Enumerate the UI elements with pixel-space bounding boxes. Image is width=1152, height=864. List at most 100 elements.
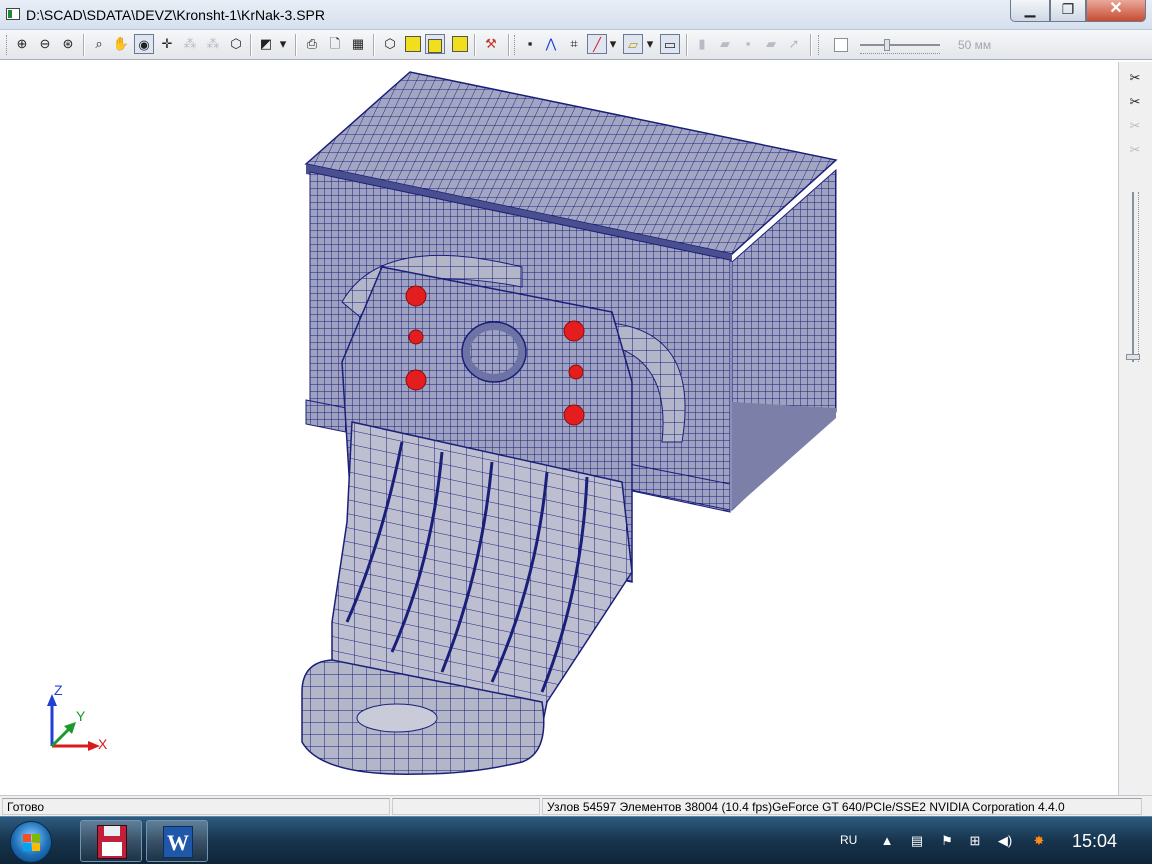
bolt-marker — [568, 364, 584, 380]
toolbar-grip[interactable] — [514, 35, 517, 55]
clip-slider-knob[interactable] — [1126, 354, 1140, 360]
window-title: D:\SCAD\SDATA\DEVZ\Kronsht-1\KrNak-3.SPR — [26, 7, 325, 23]
toolbar-separator — [295, 34, 297, 56]
toolbar-separator — [474, 34, 476, 56]
scissors-icon[interactable]: ✂ — [1125, 92, 1145, 112]
close-icon: ✕ — [1109, 0, 1123, 17]
line-color-icon[interactable]: ╱ — [587, 34, 607, 54]
maximize-button[interactable]: ❐ — [1050, 0, 1086, 22]
minimize-button[interactable]: ▁ — [1010, 0, 1050, 22]
scale-checkbox[interactable] — [834, 38, 848, 52]
preview-icon[interactable]: 🗋 — [325, 34, 345, 54]
scale-slider-track[interactable] — [860, 44, 940, 46]
clip-slider-track[interactable] — [1132, 192, 1134, 362]
scad-window: D:\SCAD\SDATA\DEVZ\Kronsht-1\KrNak-3.SPR… — [0, 0, 1152, 816]
rotate-icon[interactable]: ◉ — [134, 34, 154, 54]
axis-z-label: Z — [54, 682, 63, 698]
chevron-down-icon[interactable]: ▾ — [277, 34, 289, 54]
chevron-down-icon[interactable]: ▾ — [644, 34, 656, 54]
floppy-icon — [97, 825, 127, 859]
axis-triad — [47, 694, 100, 751]
toolbar-separator — [250, 34, 252, 56]
central-hole-mesh — [470, 330, 518, 374]
pan-icon[interactable]: ✋ — [111, 34, 131, 54]
maximize-icon: ❐ — [1061, 1, 1075, 17]
taskbar: W RU ▲ ▤ ⚑ ⊞ ◀) ✸ 15:04 — [0, 816, 1152, 864]
axis-x-label: X — [98, 736, 108, 752]
scale-slider-knob[interactable] — [884, 39, 890, 51]
scissors-icon[interactable]: ✂ — [1125, 140, 1145, 160]
toolbar-separator — [686, 34, 688, 56]
bolt-marker — [563, 320, 585, 342]
close-button[interactable]: ✕ — [1086, 0, 1146, 22]
zoom-extents-icon[interactable]: ⊛ — [58, 34, 78, 54]
app-icon[interactable] — [6, 8, 20, 20]
status-empty — [392, 798, 540, 815]
zoom-window-icon[interactable]: ⌕ — [89, 34, 109, 54]
action-center-flag-icon[interactable]: ⚑ — [938, 833, 956, 849]
clock[interactable]: 15:04 — [1072, 831, 1117, 852]
grid-icon[interactable]: ⌗ — [564, 34, 584, 54]
toolbar-separator — [373, 34, 375, 56]
projection-icon[interactable]: ◩ — [256, 34, 276, 54]
tree-icon[interactable]: ⋀ — [541, 34, 561, 54]
frame-icon[interactable]: ▭ — [660, 34, 680, 54]
print-icon[interactable]: ⎙ — [302, 34, 322, 54]
scissors-icon[interactable]: ✂ — [1125, 116, 1145, 136]
brush-icon[interactable]: ▮ — [692, 34, 712, 54]
tray-expand-icon[interactable]: ▲ — [878, 833, 896, 849]
bolt-marker — [405, 369, 427, 391]
scale-slider-ticks — [860, 50, 940, 54]
zoom-in-icon[interactable]: ⊕ — [12, 34, 32, 54]
axis-y-label: Y — [76, 708, 86, 724]
zoom-out-icon[interactable]: ⊖ — [35, 34, 55, 54]
start-button[interactable] — [10, 821, 52, 863]
toolbar-separator — [508, 34, 510, 56]
deselect-icon[interactable]: ⁂ — [203, 34, 223, 54]
beam-bottom-flange — [732, 402, 836, 510]
tray-app-icon[interactable]: ▤ — [908, 833, 926, 849]
scale-label: 50 мм — [958, 38, 992, 52]
bolt-marker — [563, 404, 585, 426]
clipping-toolbar: ✂ ✂ ✂ ✂ — [1118, 62, 1152, 795]
network-icon[interactable]: ⊞ — [966, 833, 984, 849]
taskbar-scad-button[interactable] — [80, 820, 142, 862]
taskbar-word-button[interactable]: W — [146, 820, 208, 862]
eraser-icon[interactable]: ▰ — [715, 34, 735, 54]
cube-solid-icon[interactable] — [405, 36, 421, 52]
fill-color-icon[interactable]: ▱ — [623, 34, 643, 54]
toolbar-grip[interactable] — [818, 35, 821, 55]
toolbar-separator — [810, 34, 812, 56]
lug-hole — [356, 703, 438, 733]
cube-shade-icon[interactable] — [425, 34, 445, 54]
square-icon[interactable]: ▪ — [738, 34, 758, 54]
bolt-marker — [408, 329, 424, 345]
node-icon[interactable]: ▪ — [520, 34, 540, 54]
export-icon[interactable]: ▦ — [348, 34, 368, 54]
windows-logo-icon — [23, 834, 41, 852]
antivirus-icon[interactable]: ✸ — [1030, 833, 1048, 849]
move-icon[interactable]: ✛ — [157, 34, 177, 54]
model-viewport[interactable]: Z Y X — [2, 62, 1118, 795]
toolbar-grip[interactable] — [6, 35, 9, 55]
clip-slider-ticks — [1138, 192, 1142, 362]
arrow-icon[interactable]: ➚ — [784, 34, 804, 54]
fe-model-view — [47, 71, 838, 775]
visibility-icon[interactable]: ⬡ — [226, 34, 246, 54]
minimize-icon: ▁ — [1024, 1, 1036, 17]
main-toolbar: ⊕ ⊖ ⊛ ⌕ ✋ ◉ ✛ ⁂ ⁂ ⬡ ◩ ▾ ⎙ 🗋 ▦ ⬡ ⚒ ▪ ⋀ ⌗ … — [0, 30, 1152, 60]
language-indicator[interactable]: RU — [840, 833, 857, 847]
bolt-marker — [405, 285, 427, 307]
panel-icon[interactable]: ▰ — [761, 34, 781, 54]
chevron-down-icon[interactable]: ▾ — [607, 34, 619, 54]
tools-icon[interactable]: ⚒ — [481, 34, 501, 54]
status-bar: Готово Узлов 54597 Элементов 38004 (10.4… — [0, 795, 1152, 816]
scissors-icon[interactable]: ✂ — [1125, 68, 1145, 88]
status-info: Узлов 54597 Элементов 38004 (10.4 fps)Ge… — [542, 798, 1142, 815]
cube-color-icon[interactable] — [452, 36, 468, 52]
title-bar: D:\SCAD\SDATA\DEVZ\Kronsht-1\KrNak-3.SPR… — [0, 0, 1152, 30]
volume-icon[interactable]: ◀) — [996, 833, 1014, 849]
cube-wire-icon[interactable]: ⬡ — [380, 34, 400, 54]
toolbar-separator — [83, 34, 85, 56]
select-icon[interactable]: ⁂ — [180, 34, 200, 54]
